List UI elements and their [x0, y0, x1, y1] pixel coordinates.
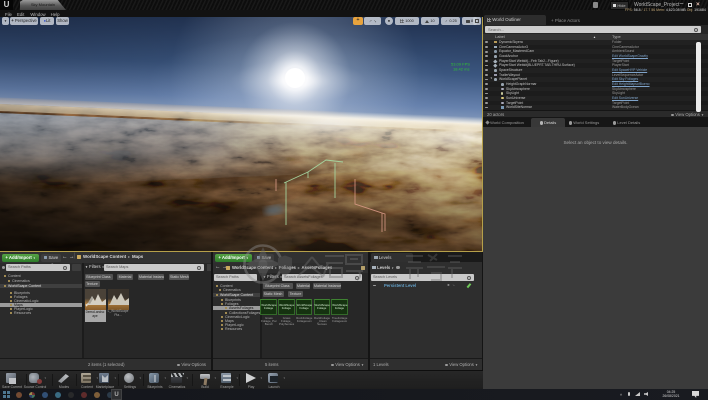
svg-text:18.42 ms: 18.42 ms [453, 67, 469, 72]
